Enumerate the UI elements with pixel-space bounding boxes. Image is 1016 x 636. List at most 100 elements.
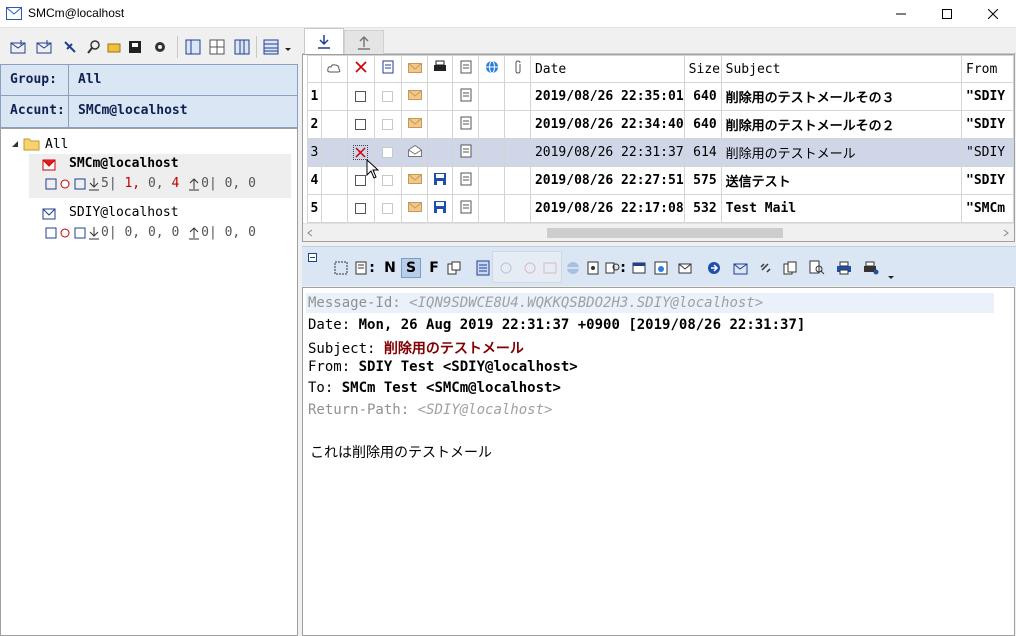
- colon-separator: :: [620, 260, 626, 276]
- satellite-icon[interactable]: [61, 38, 79, 56]
- account-value[interactable]: SMCm@localhost: [78, 103, 188, 118]
- gear-icon[interactable]: [151, 38, 169, 56]
- maximize-button[interactable]: [924, 0, 970, 28]
- read-checkbox[interactable]: [373, 110, 402, 139]
- tab-outbox[interactable]: [344, 30, 384, 54]
- mouse-cursor-icon: [366, 159, 380, 179]
- reply-mail-icon[interactable]: [732, 259, 750, 277]
- stat-n2: 0,: [147, 225, 164, 240]
- read-checkbox[interactable]: [373, 194, 402, 223]
- find-icon[interactable]: [808, 259, 826, 277]
- message-body: これは削除用のテストメール: [310, 445, 492, 461]
- receive-mail-icon[interactable]: [9, 38, 27, 56]
- decode-icon[interactable]: [584, 259, 602, 277]
- copy-icon[interactable]: [781, 259, 799, 277]
- fit-icon[interactable]: [332, 259, 350, 277]
- source-view-button[interactable]: S: [401, 258, 421, 278]
- print-setup-icon[interactable]: [862, 259, 880, 277]
- text-view-icon[interactable]: [474, 259, 492, 277]
- colon-separator: :: [369, 260, 375, 276]
- next-arrow-icon[interactable]: [705, 259, 723, 277]
- account-tree: All SMCm@localhost 5 | 1, 0, 4 0 | 0, 0 …: [0, 128, 298, 636]
- account-info-panel: Group: All Accunt: SMCm@localhost: [0, 64, 298, 128]
- close-button[interactable]: [970, 0, 1016, 28]
- attachment-view-icon[interactable]: [445, 259, 463, 277]
- collapse-arrow-icon[interactable]: [11, 140, 19, 148]
- col-size[interactable]: Size: [683, 55, 722, 83]
- stat-rest: | 0, 0: [208, 225, 256, 240]
- maximize-icon: [942, 9, 952, 19]
- scroll-right-icon[interactable]: [1003, 229, 1009, 237]
- collapse-icon[interactable]: [308, 253, 317, 262]
- account-node-smcm[interactable]: SMCm@localhost 5 | 1, 0, 4 0 | 0, 0: [29, 154, 291, 198]
- filter-icon[interactable]: [126, 38, 144, 56]
- layout-left-icon[interactable]: [184, 38, 202, 56]
- text-file-icon: [452, 194, 480, 223]
- col-mail[interactable]: [400, 55, 429, 83]
- col-subject[interactable]: Subject: [720, 55, 963, 83]
- folder-search-icon[interactable]: [105, 38, 123, 56]
- message-list: Date Size Subject From 1 2019/08/26 22:3…: [302, 54, 1015, 242]
- group-value[interactable]: All: [78, 72, 101, 87]
- window-icon[interactable]: [630, 259, 648, 277]
- col-read[interactable]: [373, 55, 402, 83]
- document-icon: [382, 60, 394, 74]
- cell-subject: 削除用のテストメールその２: [720, 110, 963, 139]
- col-attachment[interactable]: [504, 55, 531, 83]
- minimize-button[interactable]: [878, 0, 924, 28]
- delete-x-icon: [355, 61, 367, 73]
- cell-from: "SDIY: [961, 138, 1014, 167]
- message-preview: Message-Id: <IQN9SDWCE8U4.WQKKQSBDO2H3.S…: [302, 287, 1015, 636]
- table-row-selected[interactable]: 3 2019/08/26 22:31:37 614 削除用のテストメール "SD…: [307, 138, 1014, 167]
- col-delete[interactable]: [346, 55, 375, 83]
- save-mail-icon[interactable]: [676, 259, 694, 277]
- text-file-icon: [452, 166, 480, 195]
- col-text[interactable]: [452, 55, 480, 83]
- disabled-button-group: [492, 251, 562, 283]
- envelope-icon: [400, 194, 429, 223]
- col-html[interactable]: [478, 55, 506, 83]
- col-date[interactable]: Date: [529, 55, 685, 83]
- download-icon: [318, 35, 330, 49]
- minimize-icon: [896, 13, 906, 15]
- envelope-icon: [400, 82, 429, 111]
- horizontal-scrollbar[interactable]: [303, 223, 1014, 241]
- account-node-sdiy[interactable]: SDIY@localhost 0 | 0, 0, 0 0 | 0, 0: [29, 203, 291, 247]
- col-cloud[interactable]: [320, 55, 348, 83]
- download-count: 0: [101, 225, 109, 240]
- header-date: Date: Mon, 26 Aug 2019 22:31:37 +0900 [2…: [308, 317, 806, 333]
- search-icon[interactable]: [85, 38, 103, 56]
- send-mail-icon[interactable]: [35, 38, 53, 56]
- table-row[interactable]: 2 2019/08/26 22:34:40 640 削除用のテストメールその２ …: [307, 110, 1014, 139]
- scrollbar-thumb[interactable]: [547, 228, 783, 238]
- scroll-left-icon[interactable]: [307, 229, 313, 237]
- globe-icon[interactable]: [564, 259, 582, 277]
- link-icon[interactable]: [757, 259, 775, 277]
- print-icon[interactable]: [835, 259, 853, 277]
- list-view-icon[interactable]: [262, 38, 280, 56]
- title-bar: SMCm@localhost: [0, 0, 1016, 28]
- upload-count: 0: [201, 176, 209, 191]
- browser-icon[interactable]: [652, 259, 670, 277]
- tree-root-all[interactable]: All: [11, 135, 68, 153]
- delete-checkbox[interactable]: [346, 82, 375, 111]
- layout-grid-icon[interactable]: [208, 38, 226, 56]
- tab-inbox[interactable]: [304, 28, 344, 55]
- stats-separator: |: [108, 176, 117, 191]
- download-icon: [89, 177, 99, 190]
- header-from: From: SDIY Test <SDIY@localhost>: [308, 359, 578, 375]
- full-view-button[interactable]: F: [425, 259, 443, 277]
- toolbar-overflow-icon[interactable]: [887, 275, 895, 281]
- col-printer[interactable]: [427, 55, 454, 83]
- normal-view-button[interactable]: N: [381, 259, 399, 277]
- cell-subject: 削除用のテストメールその３: [720, 82, 963, 111]
- table-row[interactable]: 5 2019/08/26 22:17:08 532 Test Mail "SMC…: [307, 194, 1014, 223]
- table-row[interactable]: 4 2019/08/26 22:27:51 575 送信テスト "SDIY: [307, 166, 1014, 195]
- col-from[interactable]: From: [961, 55, 1014, 83]
- read-checkbox[interactable]: [373, 82, 402, 111]
- toolbar-overflow-icon[interactable]: [284, 46, 292, 54]
- table-row[interactable]: 1 2019/08/26 22:35:01 640 削除用のテストメールその３ …: [307, 82, 1014, 111]
- delete-checkbox[interactable]: [346, 194, 375, 223]
- delete-checkbox[interactable]: [346, 110, 375, 139]
- layout-columns-icon[interactable]: [233, 38, 251, 56]
